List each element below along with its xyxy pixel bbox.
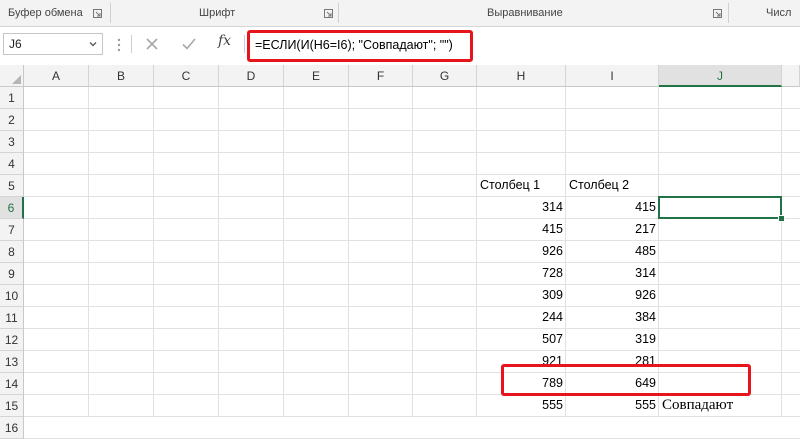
ribbon-group-font: Шрифт — [199, 7, 236, 19]
gridline-vertical — [218, 87, 219, 417]
column-header-a[interactable]: A — [24, 65, 89, 87]
gridline-vertical — [153, 87, 154, 417]
select-all-triangle-icon — [12, 75, 21, 84]
ribbon-divider — [728, 3, 729, 23]
cell-h12[interactable]: 507 — [477, 329, 566, 350]
gridline-vertical — [283, 87, 284, 417]
gridline-horizontal — [24, 306, 800, 307]
cell-h5-column1-header[interactable]: Столбец 1 — [477, 175, 566, 196]
row-header-2[interactable]: 2 — [0, 109, 24, 131]
row-header-13[interactable]: 13 — [0, 351, 24, 373]
row-header-11[interactable]: 11 — [0, 307, 24, 329]
column-header-i[interactable]: I — [566, 65, 659, 87]
row-header-15[interactable]: 15 — [0, 395, 24, 417]
row-highlight-box — [501, 364, 751, 396]
cell-h11[interactable]: 244 — [477, 307, 566, 328]
column-header-f[interactable]: F — [349, 65, 413, 87]
cell-h9[interactable]: 728 — [477, 263, 566, 284]
ribbon-divider — [338, 3, 339, 23]
gridline-vertical — [348, 87, 349, 417]
gridline-horizontal — [24, 130, 800, 131]
gridline-vertical — [88, 87, 89, 417]
gridline-vertical — [412, 87, 413, 417]
cell-h6[interactable]: 314 — [477, 197, 566, 218]
row-header-12[interactable]: 12 — [0, 329, 24, 351]
formula-highlight-box — [247, 30, 473, 62]
column-header-j[interactable]: J — [659, 65, 782, 87]
gridline-vertical — [781, 87, 782, 417]
ribbon-group-labels: Буфер обмена Шрифт Выравнивание Числ — [0, 0, 800, 27]
cell-i6[interactable]: 415 — [566, 197, 659, 218]
row-header-7[interactable]: 7 — [0, 219, 24, 241]
ribbon-group-number: Числ — [766, 7, 792, 19]
more-options-icon[interactable] — [117, 38, 121, 52]
gridline-horizontal — [24, 108, 800, 109]
row-header-14[interactable]: 14 — [0, 373, 24, 395]
cell-i11[interactable]: 384 — [566, 307, 659, 328]
row-header-8[interactable]: 8 — [0, 241, 24, 263]
cell-i7[interactable]: 217 — [566, 219, 659, 240]
row-header-3[interactable]: 3 — [0, 131, 24, 153]
dialog-launcher-icon[interactable] — [324, 9, 333, 18]
column-header-d[interactable]: D — [219, 65, 284, 87]
row-header-5[interactable]: 5 — [0, 175, 24, 197]
active-cell-selection[interactable] — [658, 196, 782, 219]
cell-h15[interactable]: 555 — [477, 395, 566, 416]
ribbon-divider — [110, 3, 111, 23]
row-header-9[interactable]: 9 — [0, 263, 24, 285]
ribbon-group-alignment: Выравнивание — [487, 7, 563, 19]
row-header-10[interactable]: 10 — [0, 285, 24, 307]
cell-i10[interactable]: 926 — [566, 285, 659, 306]
column-header-e[interactable]: E — [284, 65, 349, 87]
column-header-c[interactable]: C — [154, 65, 219, 87]
row-header-16[interactable]: 16 — [0, 417, 24, 439]
dialog-launcher-icon[interactable] — [93, 9, 102, 18]
name-box-value: J6 — [9, 37, 22, 51]
cancel-icon[interactable] — [143, 35, 161, 53]
gridline-horizontal — [24, 284, 800, 285]
gridline-horizontal — [24, 240, 800, 241]
gridline-horizontal — [24, 328, 800, 329]
column-header-g[interactable]: G — [413, 65, 477, 87]
fill-handle[interactable] — [778, 215, 785, 222]
select-all-button[interactable] — [0, 65, 24, 87]
gridline-horizontal — [24, 350, 800, 351]
check-icon[interactable] — [180, 35, 198, 53]
row-header-4[interactable]: 4 — [0, 153, 24, 175]
cell-j15-result[interactable]: Совпадают — [659, 395, 733, 416]
cell-h7[interactable]: 415 — [477, 219, 566, 240]
gridline-horizontal — [24, 174, 800, 175]
column-header-b[interactable]: B — [89, 65, 154, 87]
cell-i15[interactable]: 555 — [566, 395, 659, 416]
column-header-k[interactable] — [782, 65, 800, 87]
cell-i5-column2-header[interactable]: Столбец 2 — [566, 175, 659, 196]
insert-function-button[interactable]: fx — [218, 33, 231, 49]
row-header-1[interactable]: 1 — [0, 87, 24, 109]
formula-bar-divider — [244, 35, 245, 53]
ribbon-group-clipboard: Буфер обмена — [8, 7, 83, 19]
cell-h10[interactable]: 309 — [477, 285, 566, 306]
gridline-horizontal — [24, 262, 800, 263]
chevron-down-icon[interactable] — [88, 39, 98, 49]
cell-i8[interactable]: 485 — [566, 241, 659, 262]
formula-bar-divider — [131, 35, 132, 53]
dialog-launcher-icon[interactable] — [713, 9, 722, 18]
cell-i12[interactable]: 319 — [566, 329, 659, 350]
gridline-horizontal — [24, 152, 800, 153]
cell-i9[interactable]: 314 — [566, 263, 659, 284]
column-header-h[interactable]: H — [477, 65, 566, 87]
name-box[interactable]: J6 — [3, 33, 103, 55]
cell-h8[interactable]: 926 — [477, 241, 566, 262]
row-header-6[interactable]: 6 — [0, 197, 24, 219]
